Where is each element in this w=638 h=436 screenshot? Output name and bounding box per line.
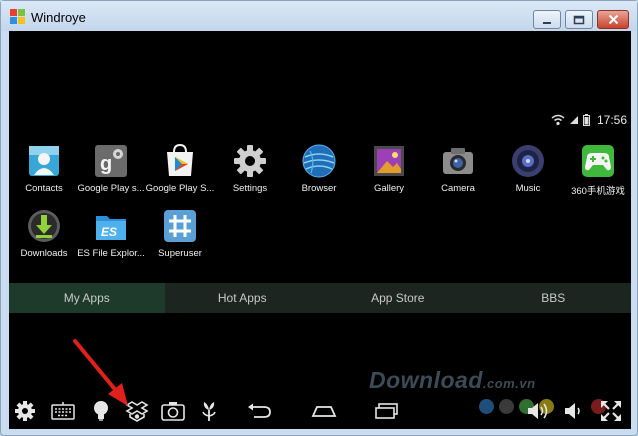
app-label: Browser [301, 183, 337, 194]
app-label: Contacts [25, 183, 63, 194]
app-superuser[interactable]: Superuser [145, 208, 215, 268]
signal-icon [569, 116, 578, 124]
app-label: 360手机游戏 [571, 186, 625, 197]
app-label: Google Play s... [77, 183, 145, 194]
app-es-file-explorer[interactable]: ES ES File Explor... [76, 208, 146, 268]
tab-app-store[interactable]: App Store [320, 283, 476, 313]
home-icon [311, 406, 337, 417]
keyboard-icon [51, 402, 75, 420]
app-settings[interactable]: Settings [215, 143, 285, 203]
camera-icon [443, 148, 473, 174]
music-speaker-icon [512, 145, 544, 177]
tab-my-apps[interactable]: My Apps [9, 283, 165, 313]
app-play-store[interactable]: Google Play S... [145, 143, 215, 203]
back-arrow-icon [248, 403, 271, 418]
app-label: Superuser [158, 248, 202, 259]
fullscreen-icon [601, 401, 621, 421]
keyboard-button[interactable] [49, 398, 77, 424]
app-label: ES File Explor... [77, 248, 145, 259]
app-label: Music [515, 183, 541, 194]
battery-icon [582, 114, 590, 126]
watermark-suffix: .com.vn [482, 376, 536, 391]
app-google-settings[interactable]: g Google Play s... [76, 143, 146, 203]
windroye-logo-icon [10, 9, 26, 25]
volume-up-button[interactable] [525, 398, 553, 424]
superuser-icon [164, 210, 196, 242]
watermark: Download.com.vn [369, 367, 536, 394]
app-browser[interactable]: Browser [284, 143, 354, 203]
wifi-icon [551, 114, 565, 126]
gamepad-icon [582, 145, 614, 177]
settings-gear-icon [234, 145, 266, 177]
fullscreen-button[interactable] [597, 398, 625, 424]
app-camera[interactable]: Camera [423, 143, 493, 203]
screenshot-button[interactable] [159, 398, 187, 424]
recent-apps-button[interactable] [373, 398, 401, 424]
apk-install-button[interactable] [123, 398, 151, 424]
minimize-icon [543, 21, 551, 24]
app-music[interactable]: Music [493, 143, 563, 203]
tab-hot-apps[interactable]: Hot Apps [165, 283, 321, 313]
app-downloads[interactable]: Downloads [9, 208, 79, 268]
emulator-window: Windroye 17:56 Contacts g Google Play s.… [0, 0, 638, 436]
close-icon [608, 14, 618, 25]
google-settings-icon: g [95, 145, 127, 177]
dropbox-box-icon [125, 401, 149, 422]
contacts-icon [29, 146, 59, 176]
lightbulb-icon [94, 401, 108, 421]
window-title: Windroye [31, 10, 86, 25]
app-label: Google Play S... [145, 183, 215, 194]
app-label: Settings [232, 183, 268, 194]
shake-button[interactable] [195, 398, 223, 424]
watermark-text: Download [369, 367, 483, 393]
home-button[interactable] [309, 398, 339, 424]
app-category-tabs: My Apps Hot Apps App Store BBS [9, 283, 631, 313]
app-label: Gallery [373, 183, 405, 194]
minimize-button[interactable] [533, 10, 561, 29]
play-store-icon [167, 143, 193, 176]
app-contacts[interactable]: Contacts [9, 143, 79, 203]
back-button[interactable] [245, 398, 273, 424]
title-bar[interactable]: Windroye [1, 1, 637, 31]
app-gallery[interactable]: Gallery [354, 143, 424, 203]
es-file-explorer-icon: ES [96, 216, 126, 240]
flower-icon [202, 402, 216, 421]
android-screen: 17:56 Contacts g Google Play s... Google… [9, 31, 631, 429]
status-time: 17:56 [596, 113, 627, 127]
browser-globe-icon [302, 144, 336, 178]
status-bar: 17:56 [551, 111, 631, 129]
camera-icon [161, 402, 185, 421]
app-360-games[interactable]: 360手机游戏 [563, 143, 631, 203]
volume-down-button[interactable] [559, 398, 587, 424]
emulator-toolbar [9, 395, 631, 429]
maximize-icon [573, 15, 585, 24]
close-button[interactable] [597, 10, 629, 29]
downloads-icon [28, 210, 60, 242]
svg-text:ES: ES [101, 225, 117, 239]
tab-bbs[interactable]: BBS [476, 283, 632, 313]
settings-button[interactable] [11, 398, 39, 424]
svg-text:g: g [100, 153, 112, 175]
gallery-icon [374, 146, 404, 176]
app-label: Downloads [20, 248, 68, 259]
volume-up-icon [528, 403, 548, 419]
app-label: Camera [441, 183, 475, 194]
recent-apps-icon [375, 403, 398, 419]
maximize-button[interactable] [565, 10, 593, 29]
bulb-button[interactable] [87, 398, 115, 424]
volume-down-icon [565, 403, 580, 419]
settings-gear-icon [15, 401, 35, 421]
